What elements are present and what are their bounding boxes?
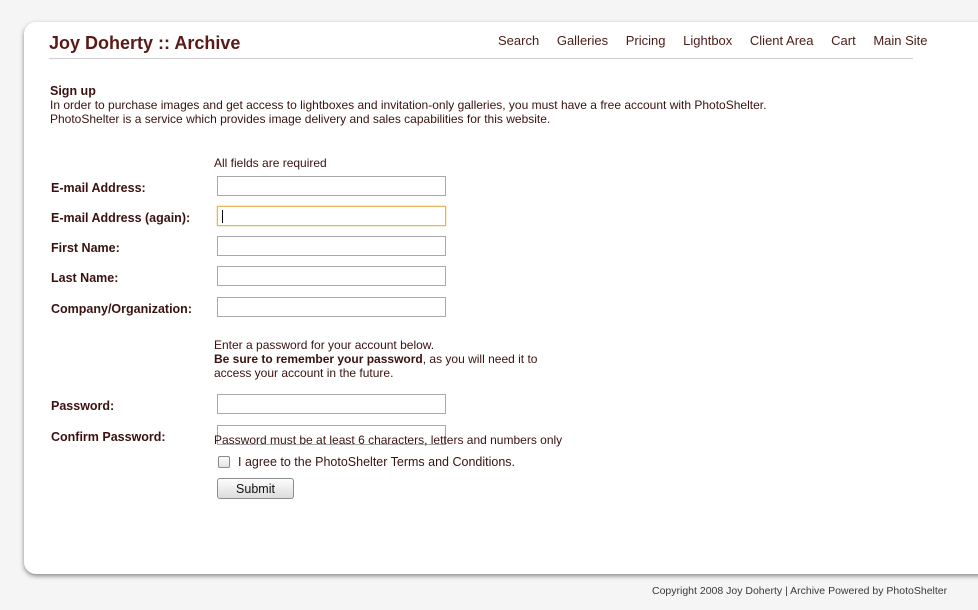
intro-text-line2: PhotoShelter is a service which provides… xyxy=(50,112,551,126)
nav-client-area[interactable]: Client Area xyxy=(750,33,814,48)
nav-lightbox[interactable]: Lightbox xyxy=(683,33,732,48)
signup-intro: Sign up In order to purchase images and … xyxy=(50,84,930,126)
header-divider xyxy=(49,58,913,59)
nav-cart[interactable]: Cart xyxy=(831,33,856,48)
password-rule-text: Password must be at least 6 characters, … xyxy=(214,433,563,447)
password-label: Password: xyxy=(51,399,115,413)
nav-pricing[interactable]: Pricing xyxy=(626,33,666,48)
signup-heading: Sign up xyxy=(50,84,96,98)
email-again-field[interactable] xyxy=(217,206,446,226)
nav-search[interactable]: Search xyxy=(498,33,539,48)
last-name-field[interactable] xyxy=(217,266,446,286)
site-header: Joy Doherty :: Archive Search Galleries … xyxy=(49,31,978,61)
password-field[interactable] xyxy=(217,394,446,414)
footer-copyright: Copyright 2008 Joy Doherty | Archive Pow… xyxy=(652,585,948,597)
email-again-label: E-mail Address (again): xyxy=(51,211,191,225)
email-label: E-mail Address: xyxy=(51,181,146,195)
nav-main-site[interactable]: Main Site xyxy=(873,33,927,48)
password-note-rest: , as you will need it to xyxy=(422,352,538,366)
required-note: All fields are required xyxy=(214,156,327,170)
intro-text-line1: In order to purchase images and get acce… xyxy=(50,98,767,112)
submit-button[interactable]: Submit xyxy=(217,478,294,499)
password-note-line2: Be sure to remember your password, as yo… xyxy=(214,352,537,366)
company-field[interactable] xyxy=(217,297,446,317)
email-field[interactable] xyxy=(217,176,446,196)
password-note-bold: Be sure to remember your password xyxy=(214,352,423,366)
terms-checkbox[interactable] xyxy=(218,456,230,468)
confirm-password-label: Confirm Password: xyxy=(51,430,166,444)
first-name-field[interactable] xyxy=(217,236,446,256)
site-title[interactable]: Joy Doherty :: Archive xyxy=(49,33,240,54)
company-label: Company/Organization: xyxy=(51,302,192,316)
password-note-line3: access your account in the future. xyxy=(214,366,394,380)
password-instructions: Enter a password for your account below.… xyxy=(214,338,537,380)
first-name-label: First Name: xyxy=(51,241,120,255)
main-nav: Search Galleries Pricing Lightbox Client… xyxy=(498,33,928,48)
terms-label[interactable]: I agree to the PhotoShelter Terms and Co… xyxy=(238,455,515,469)
last-name-label: Last Name: xyxy=(51,271,119,285)
text-caret xyxy=(222,210,223,223)
nav-galleries[interactable]: Galleries xyxy=(557,33,608,48)
password-note-line1: Enter a password for your account below. xyxy=(214,338,435,352)
